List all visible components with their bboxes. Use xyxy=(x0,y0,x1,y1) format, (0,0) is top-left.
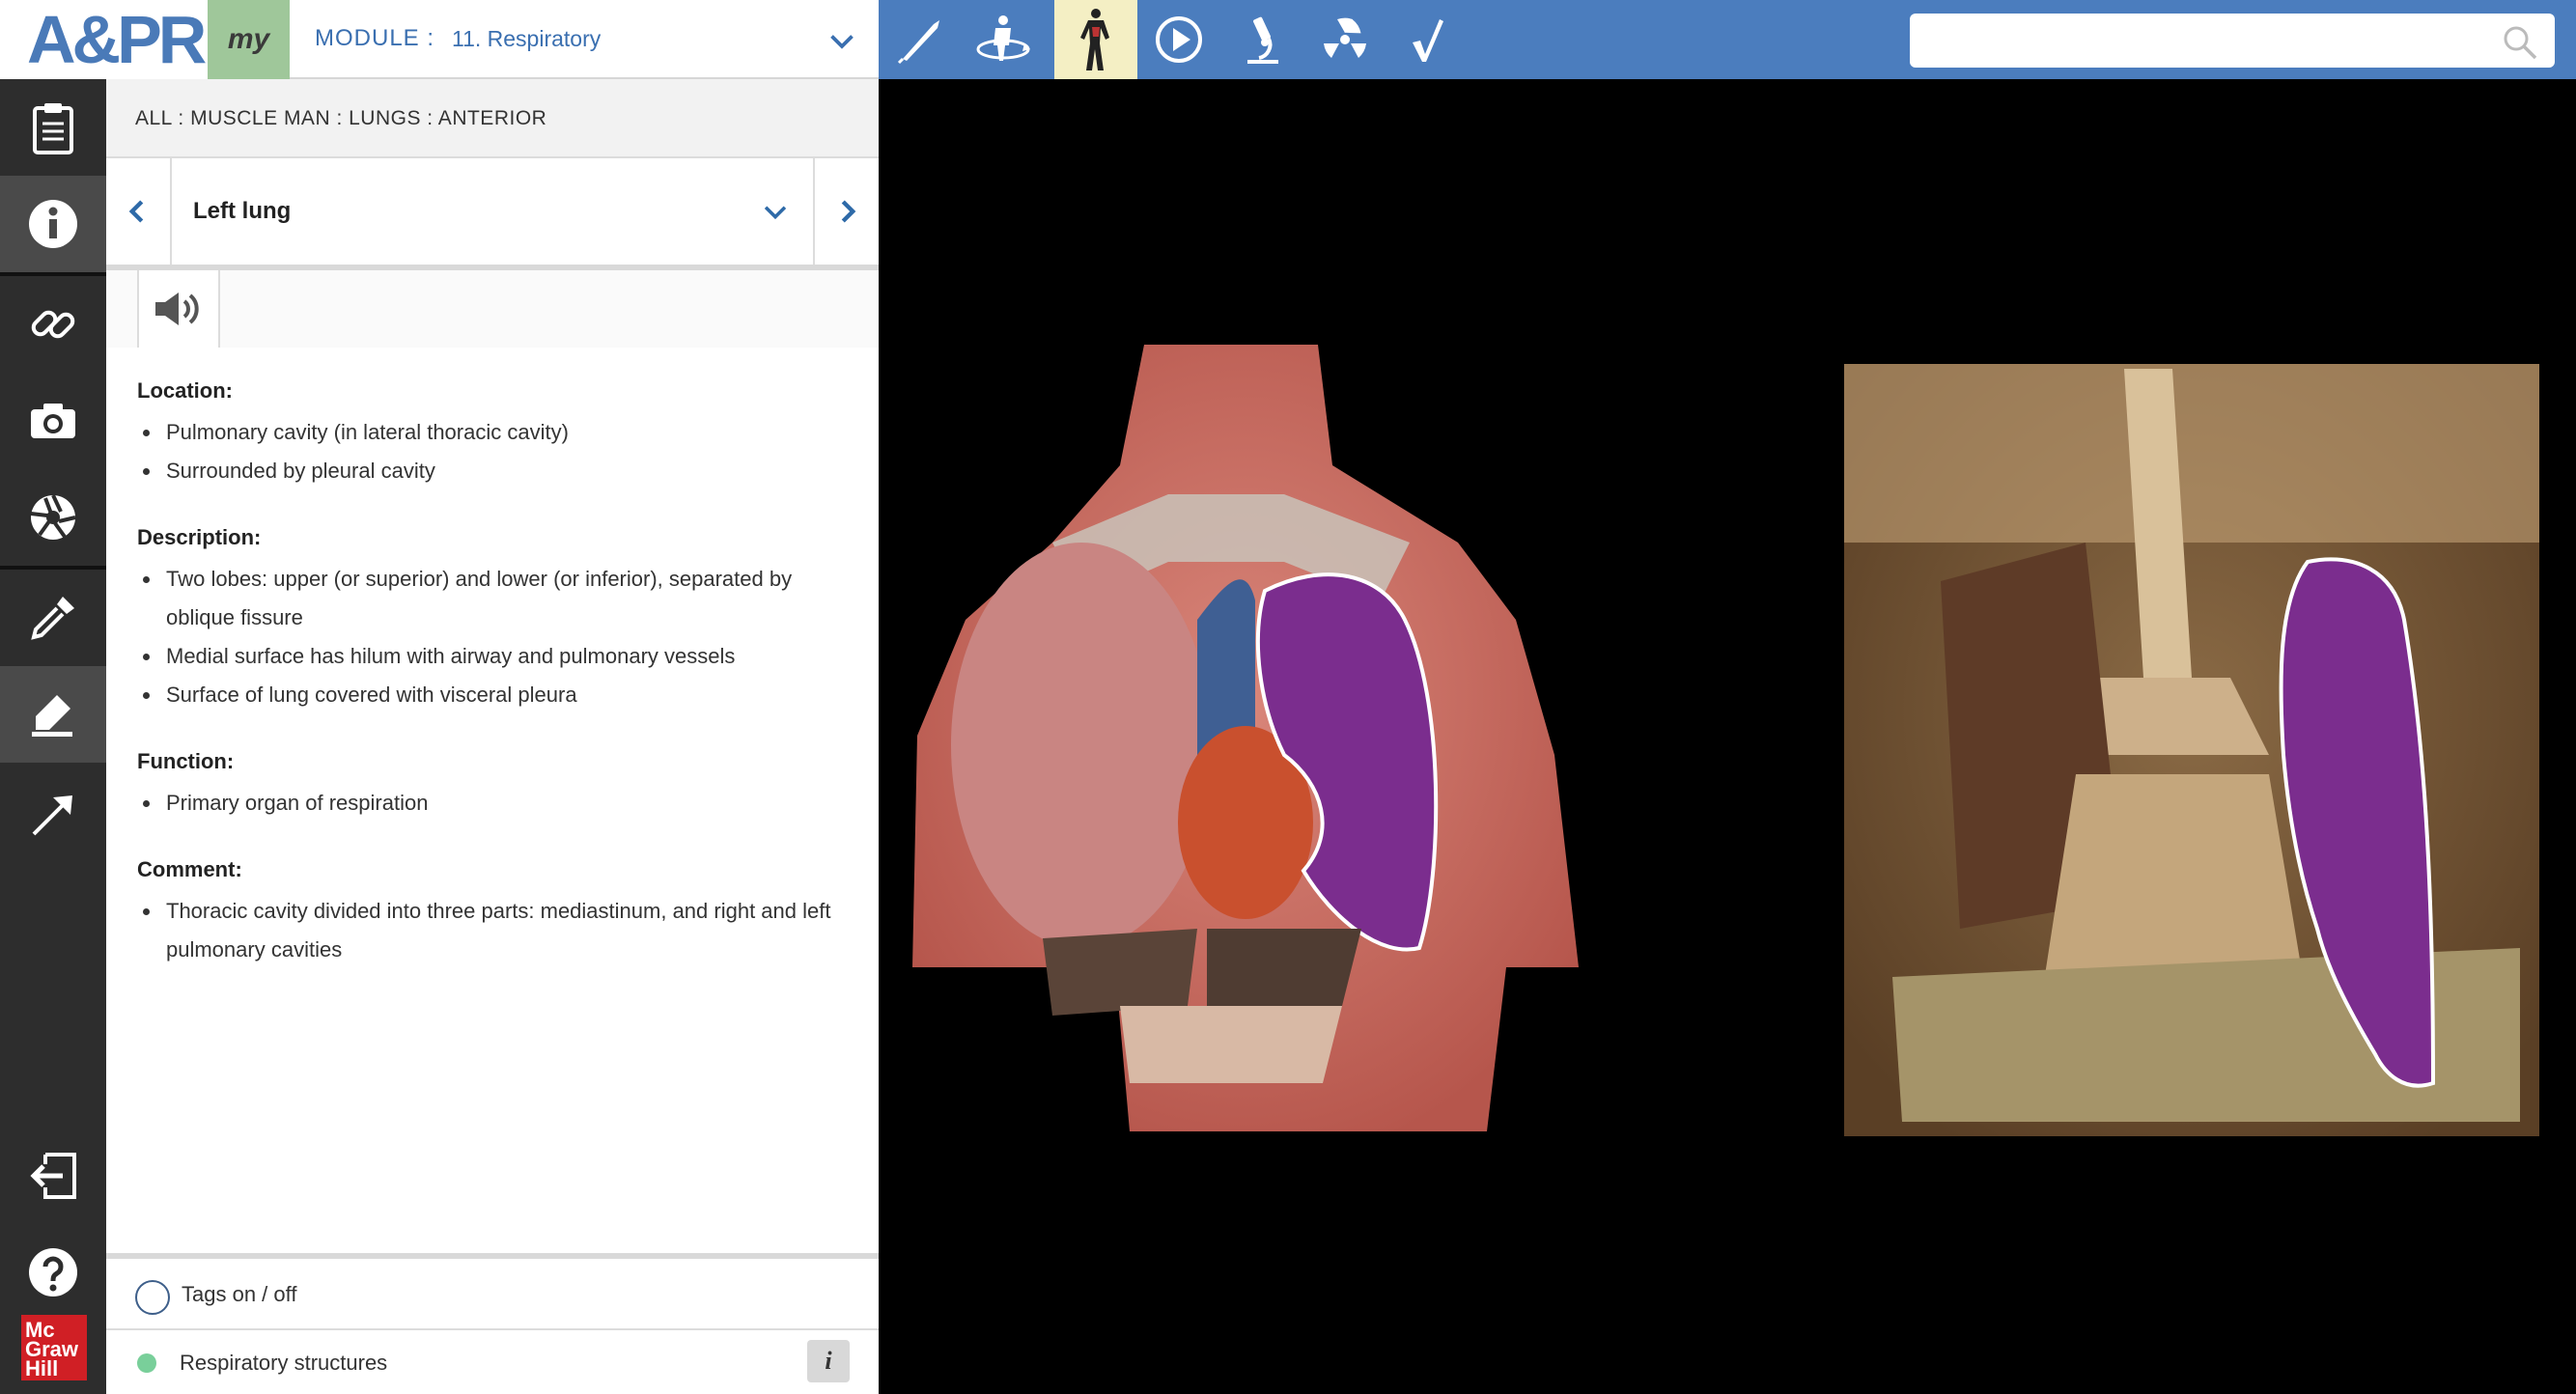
cadaver-dissection-image[interactable] xyxy=(1844,364,2539,1136)
aperture-icon xyxy=(30,494,76,540)
legend-row: Respiratory structures i xyxy=(106,1330,879,1394)
chevron-down-icon xyxy=(764,206,787,220)
section-heading: Comment: xyxy=(137,857,242,881)
next-structure-button[interactable] xyxy=(813,158,879,265)
list-item: Two lobes: upper (or superior) and lower… xyxy=(137,560,852,637)
my-button[interactable]: my xyxy=(208,0,290,79)
muscle-model-image[interactable] xyxy=(912,345,1579,1131)
arrow-icon xyxy=(32,795,72,836)
exit-icon xyxy=(30,1153,76,1199)
muscle-man-icon xyxy=(1080,9,1109,70)
dropper-icon xyxy=(31,597,74,640)
logo-text: A&PR xyxy=(27,2,207,77)
rail-highlighter[interactable] xyxy=(0,666,106,763)
legend-color-dot xyxy=(137,1353,156,1373)
microscope-tool[interactable] xyxy=(1220,0,1303,79)
section-heading: Description: xyxy=(137,525,262,549)
comment-section: Comment: Thoracic cavity divided into th… xyxy=(137,857,852,969)
section-heading: Location: xyxy=(137,378,233,403)
list-item: Thoracic cavity divided into three parts… xyxy=(137,892,852,969)
list-item: Surrounded by pleural cavity xyxy=(137,452,852,490)
muscle-man-tool[interactable] xyxy=(1054,0,1137,79)
search-icon[interactable] xyxy=(2501,23,2539,62)
chevron-right-icon xyxy=(841,200,856,223)
module-selector[interactable]: MODULE : 11. Respiratory xyxy=(290,0,879,79)
tags-toggle-row[interactable]: Tags on / off xyxy=(106,1253,879,1330)
list-item: Medial surface has hilum with airway and… xyxy=(137,637,852,676)
previous-structure-button[interactable] xyxy=(106,158,172,265)
description-section: Description: Two lobes: upper (or superi… xyxy=(137,525,852,714)
module-label: MODULE : xyxy=(315,25,435,51)
left-icon-rail xyxy=(0,79,106,1394)
help-icon xyxy=(29,1248,77,1296)
breadcrumb-text: ALL : MUSCLE MAN : LUNGS : ANTERIOR xyxy=(135,107,547,129)
list-item: Pulmonary cavity (in lateral thoracic ca… xyxy=(137,413,852,452)
rail-help[interactable] xyxy=(0,1224,106,1321)
rail-exit[interactable] xyxy=(0,1128,106,1224)
play-tool[interactable] xyxy=(1137,0,1220,79)
chevron-down-icon xyxy=(830,35,854,49)
structure-dropdown[interactable]: Left lung xyxy=(174,158,811,265)
rotate-body-icon xyxy=(976,15,1030,61)
clipboard-icon xyxy=(33,103,73,154)
list-item: Surface of lung covered with visceral pl… xyxy=(137,676,852,714)
radiation-icon xyxy=(1324,17,1366,58)
search-input[interactable] xyxy=(1923,14,2464,68)
link-icon xyxy=(31,310,75,339)
tags-radio[interactable] xyxy=(135,1280,170,1315)
rail-notes[interactable] xyxy=(0,79,106,176)
info-icon xyxy=(29,200,77,248)
tags-label: Tags on / off xyxy=(182,1282,297,1306)
dissect-tool[interactable] xyxy=(879,0,962,79)
location-section: Location: Pulmonary cavity (in lateral t… xyxy=(137,378,852,490)
rail-link[interactable] xyxy=(0,276,106,373)
radiology-tool[interactable] xyxy=(1303,0,1386,79)
list-item: Primary organ of respiration xyxy=(137,784,852,822)
top-bar-left: A&PR my MODULE : 11. Respiratory xyxy=(0,0,879,79)
rail-camera[interactable] xyxy=(0,373,106,469)
speaker-icon xyxy=(155,293,199,325)
play-icon xyxy=(1156,16,1202,63)
structure-bar: Left lung xyxy=(106,158,879,348)
microscope-icon xyxy=(1247,16,1278,64)
audio-row xyxy=(106,270,879,348)
legend-label: Respiratory structures xyxy=(180,1351,388,1375)
anatomy-viewer[interactable] xyxy=(879,79,2576,1394)
section-heading: Function: xyxy=(137,749,235,773)
structure-name: Left lung xyxy=(193,198,292,224)
function-section: Function: Primary organ of respiration xyxy=(137,749,852,822)
structure-description: Location: Pulmonary cavity (in lateral t… xyxy=(137,378,852,1004)
highlighter-icon xyxy=(32,695,72,737)
module-value: 11. Respiratory xyxy=(452,26,602,51)
dissect-icon xyxy=(897,20,939,65)
legend-info-button[interactable]: i xyxy=(807,1340,850,1382)
top-toolbar xyxy=(879,0,2576,79)
rail-info[interactable] xyxy=(0,176,106,272)
search-box[interactable] xyxy=(1910,14,2555,68)
rail-dropper[interactable] xyxy=(0,570,106,666)
mcgraw-hill-logo: Mc Graw Hill xyxy=(21,1315,87,1380)
camera-icon xyxy=(31,404,75,438)
viewer-canvas xyxy=(912,345,2539,1136)
rotate-body-tool[interactable] xyxy=(962,0,1045,79)
quiz-check-icon xyxy=(1413,19,1443,62)
rail-arrow[interactable] xyxy=(0,767,106,863)
apr-logo[interactable]: A&PR xyxy=(0,0,208,79)
pronounce-button[interactable] xyxy=(137,270,220,348)
quiz-tool[interactable] xyxy=(1386,0,1470,79)
info-panel: ALL : MUSCLE MAN : LUNGS : ANTERIOR Left… xyxy=(106,79,879,1394)
breadcrumb: ALL : MUSCLE MAN : LUNGS : ANTERIOR xyxy=(106,79,879,158)
chevron-left-icon xyxy=(128,200,144,223)
rail-aperture[interactable] xyxy=(0,469,106,566)
